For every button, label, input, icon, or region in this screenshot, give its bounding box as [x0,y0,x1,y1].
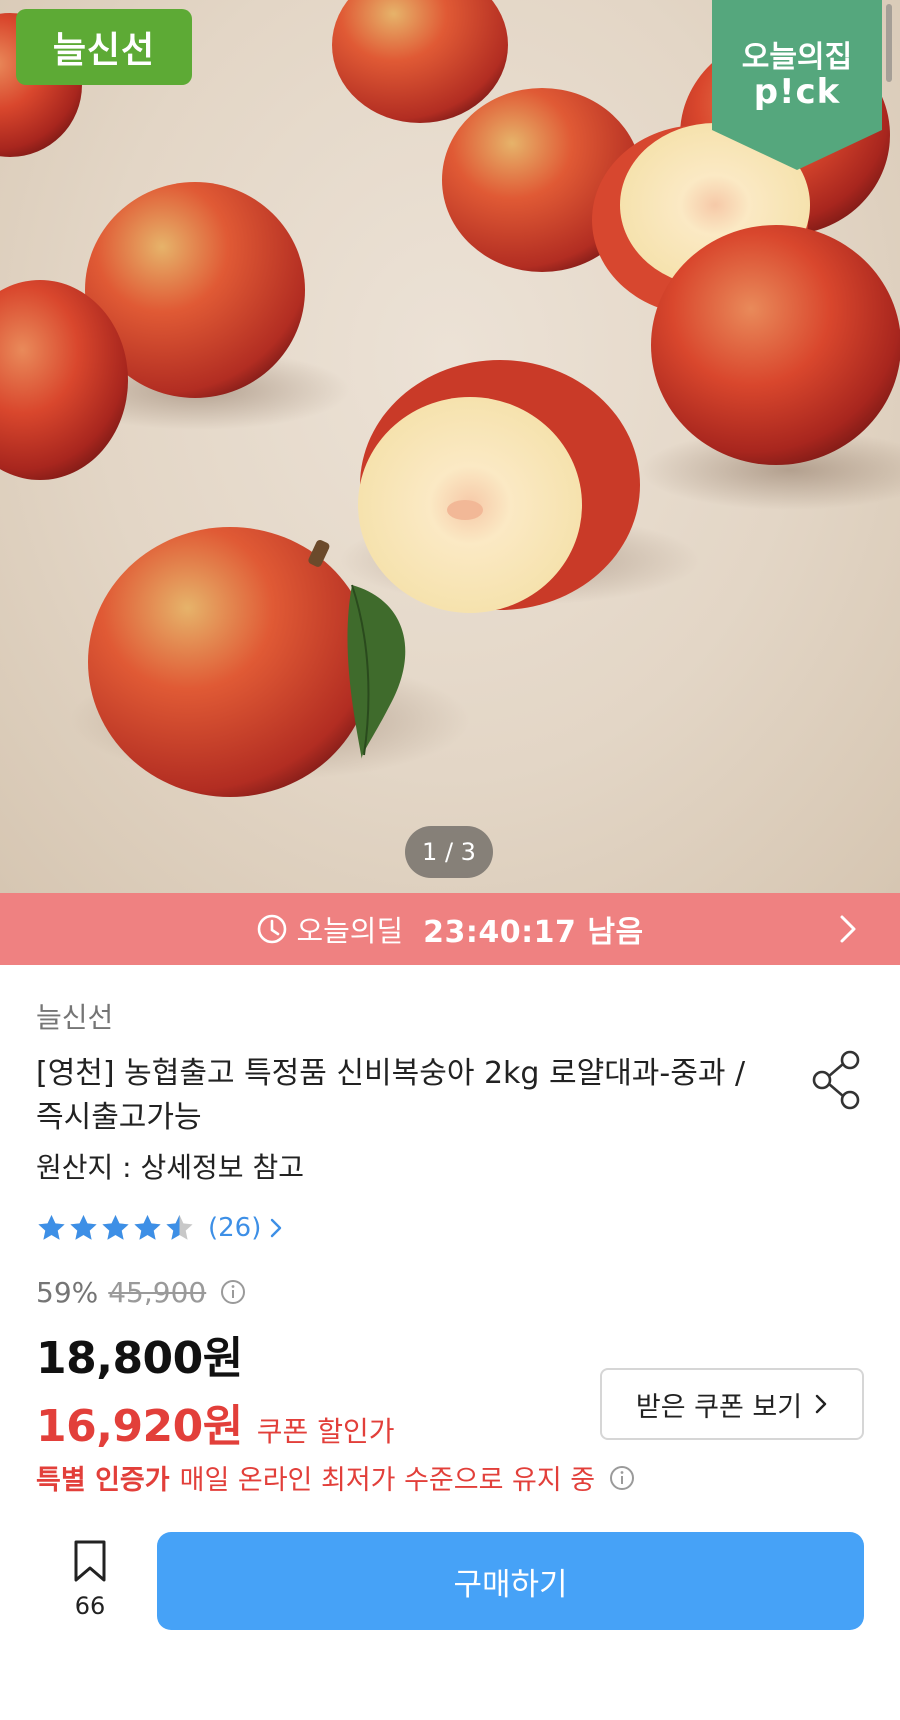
image-page-indicator: 1 / 3 [405,826,493,878]
special-price-tag: 특별 인증가 [36,1465,170,1496]
clock-icon [258,914,287,944]
share-icon[interactable] [810,1050,864,1110]
product-image-carousel[interactable]: 늘신선 오늘의집 p!ck 1 / 3 [0,0,900,893]
coupon-price-label: 쿠폰 할인가 [256,1415,395,1448]
special-price-row: 특별 인증가 매일 온라인 최저가 수준으로 유지 중 [36,1458,635,1497]
bookmark-button[interactable]: 66 [58,1538,122,1628]
bookmark-icon [74,1540,106,1582]
view-coupons-label: 받은 쿠폰 보기 [635,1391,803,1423]
info-icon[interactable] [220,1279,246,1305]
rating-stars [36,1213,196,1244]
pick-ribbon-title: 오늘의집 [741,40,853,75]
coupon-price: 16,920원 [36,1401,243,1452]
origin-info: 원산지 : 상세정보 참고 [36,1151,304,1184]
scrollbar[interactable] [886,4,892,82]
review-count[interactable]: (26) [208,1213,261,1243]
view-coupons-button[interactable]: 받은 쿠폰 보기 [600,1368,864,1440]
sale-price: 18,800원 [36,1333,243,1384]
chevron-right-icon [815,1394,827,1414]
star-icon [70,1214,97,1240]
seller-name[interactable]: 늘신선 [36,996,113,1036]
brand-badge: 늘신선 [16,9,192,85]
star-icon [166,1214,193,1240]
discount-row: 59% 45,900 [36,1272,246,1312]
chevron-right-icon[interactable] [838,913,858,945]
star-icon [134,1214,161,1240]
special-price-text: 매일 온라인 최저가 수준으로 유지 중 [179,1465,596,1496]
deal-timer: 23:40:17 남음 [423,915,644,950]
pick-ribbon-subtitle: p!ck [753,72,841,112]
chevron-right-icon [271,1218,282,1238]
star-icon [38,1214,65,1240]
rating-row[interactable]: (26) [36,1210,283,1246]
product-title: [영천] 농협출고 특정품 신비복숭아 2kg 로얄대과-중과 / 즉시출고가능 [36,1056,746,1135]
bookmark-count: 66 [74,1592,106,1620]
deal-label: 오늘의딜 [296,914,404,948]
original-price: 45,900 [108,1275,207,1309]
discount-percent: 59% [36,1275,99,1309]
buy-button[interactable]: 구매하기 [157,1532,864,1630]
coupon-price-row: 16,920원 쿠폰 할인가 [36,1390,394,1454]
today-deal-banner[interactable]: 오늘의딜 23:40:17 남음 [0,893,900,965]
star-icon [102,1214,129,1240]
info-icon[interactable] [609,1465,635,1491]
pick-ribbon: 오늘의집 p!ck [712,0,882,170]
